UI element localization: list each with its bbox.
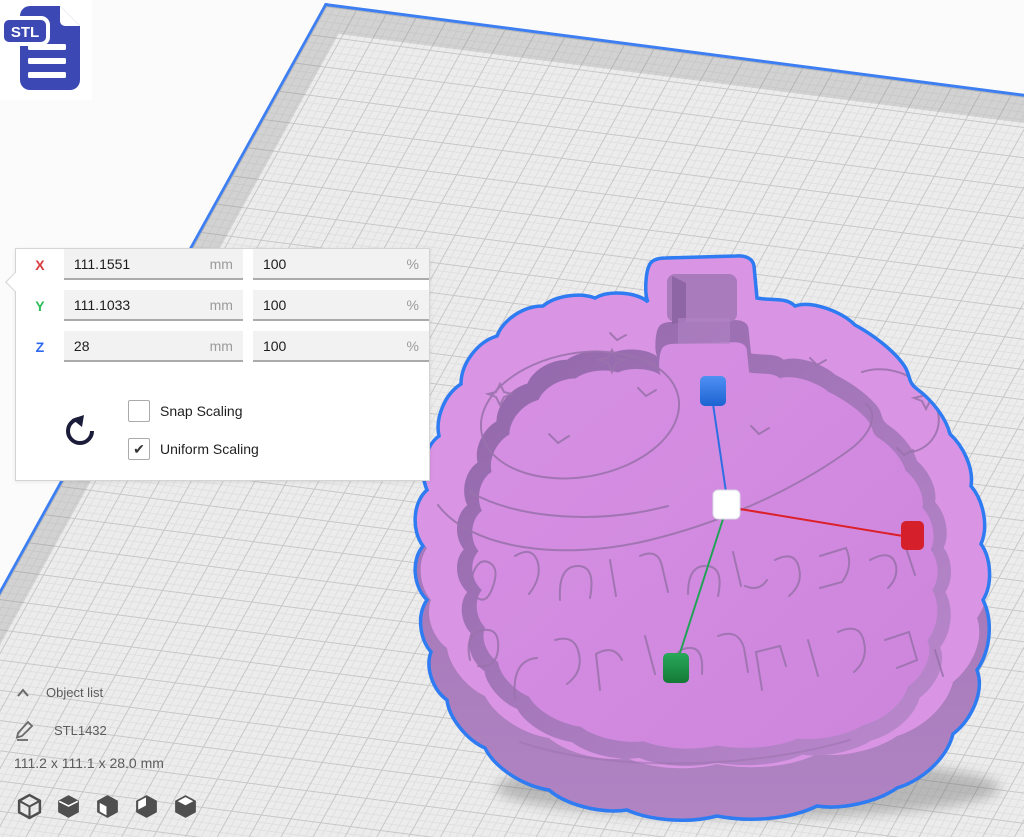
view-front-button[interactable]	[55, 793, 82, 820]
object-item-name: STL1432	[54, 723, 107, 738]
z-axis-scale-handle[interactable]	[700, 376, 726, 406]
scale-tool-panel: X mm % Y mm % Z mm	[15, 248, 430, 481]
scale-row-x: X mm %	[32, 249, 429, 280]
z-percent-input[interactable]	[263, 338, 373, 354]
view-left-button[interactable]	[133, 793, 160, 820]
z-size-unit: mm	[210, 338, 233, 354]
view-top-button[interactable]	[94, 793, 121, 820]
uniform-scaling-label: Uniform Scaling	[160, 441, 259, 457]
y-axis-label: Y	[32, 298, 48, 314]
object-list-header[interactable]: Object list	[16, 685, 103, 700]
z-size-input[interactable]	[74, 338, 184, 354]
uniform-scaling-row: ✔ Uniform Scaling	[128, 437, 259, 461]
scale-row-y: Y mm %	[32, 290, 429, 321]
x-axis-scale-handle[interactable]	[901, 521, 924, 550]
x-size-unit: mm	[210, 256, 233, 272]
scale-row-z: Z mm %	[32, 331, 429, 362]
z-axis-label: Z	[32, 339, 48, 355]
z-size-field[interactable]: mm	[64, 331, 243, 362]
cube-solid-icon	[55, 793, 82, 820]
camera-view-toolbar	[16, 793, 199, 820]
y-size-input[interactable]	[74, 297, 184, 313]
x-percent-input[interactable]	[263, 256, 373, 272]
z-percent-field[interactable]: %	[253, 331, 429, 362]
edit-pencil-icon	[14, 718, 36, 742]
cube-wireframe-icon	[16, 793, 43, 820]
object-list-item[interactable]: STL1432	[14, 718, 107, 742]
y-percent-field[interactable]: %	[253, 290, 429, 321]
view-right-button[interactable]	[172, 793, 199, 820]
y-size-field[interactable]: mm	[64, 290, 243, 321]
model-stl1432[interactable]	[415, 204, 989, 820]
x-percent-field[interactable]: %	[253, 249, 429, 280]
x-axis-label: X	[32, 257, 48, 273]
snap-scaling-label: Snap Scaling	[160, 403, 243, 419]
y-axis-scale-handle[interactable]	[663, 653, 689, 683]
y-percent-input[interactable]	[263, 297, 373, 313]
chevron-up-icon	[16, 688, 30, 698]
cube-front-face-icon	[94, 793, 121, 820]
stl-badge-label: STL	[11, 24, 39, 41]
cube-top-face-icon	[172, 793, 199, 820]
object-list-title: Object list	[46, 685, 103, 700]
x-percent-unit: %	[407, 256, 419, 272]
reset-rotate-icon	[62, 409, 100, 449]
uniform-scaling-checkbox[interactable]: ✔	[128, 438, 150, 460]
stl-file-icon: STL	[0, 0, 92, 100]
y-percent-unit: %	[407, 297, 419, 313]
y-size-unit: mm	[210, 297, 233, 313]
snap-scaling-checkbox[interactable]	[128, 400, 150, 422]
snap-scaling-row: Snap Scaling	[128, 399, 259, 423]
x-size-input[interactable]	[74, 256, 184, 272]
3d-viewport[interactable]: STL X mm % Y mm %	[0, 0, 1024, 837]
reset-scale-button[interactable]	[62, 409, 100, 449]
z-percent-unit: %	[407, 338, 419, 354]
model-dimensions-readout: 111.2 x 111.1 x 28.0 mm	[14, 755, 164, 771]
folded-corner	[60, 6, 80, 26]
cube-left-face-icon	[133, 793, 160, 820]
x-size-field[interactable]: mm	[64, 249, 243, 280]
uniform-scale-handle[interactable]	[713, 490, 740, 519]
view-3d-button[interactable]	[16, 793, 43, 820]
